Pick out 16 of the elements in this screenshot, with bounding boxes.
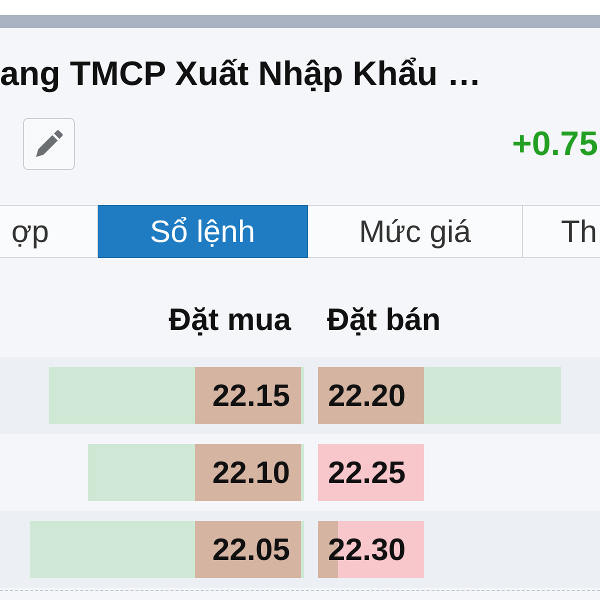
bid-price-cell: 22.05 [195, 521, 301, 578]
tab[interactable]: Th [523, 205, 600, 258]
bid-price-cell: 22.15 [195, 367, 301, 424]
tab[interactable]: ợp [0, 205, 98, 258]
company-name: ang TMCP Xuất Nhập Khẩu … [0, 54, 482, 94]
edit-button[interactable] [23, 118, 75, 170]
ask-column-header: Đặt bán [327, 301, 441, 339]
ask-price-cell: 22.30 [318, 521, 424, 578]
ask-price-cell: 22.25 [318, 444, 424, 501]
ask-price-cell: 22.20 [318, 367, 424, 424]
tab[interactable]: Mức giá [308, 205, 523, 258]
bid-price-cell: 22.10 [195, 444, 301, 501]
pencil-icon [36, 130, 62, 157]
price-change: +0.75 [512, 124, 598, 164]
tab[interactable]: Sổ lệnh [98, 205, 308, 258]
bid-column-header: Đặt mua [168, 301, 291, 339]
